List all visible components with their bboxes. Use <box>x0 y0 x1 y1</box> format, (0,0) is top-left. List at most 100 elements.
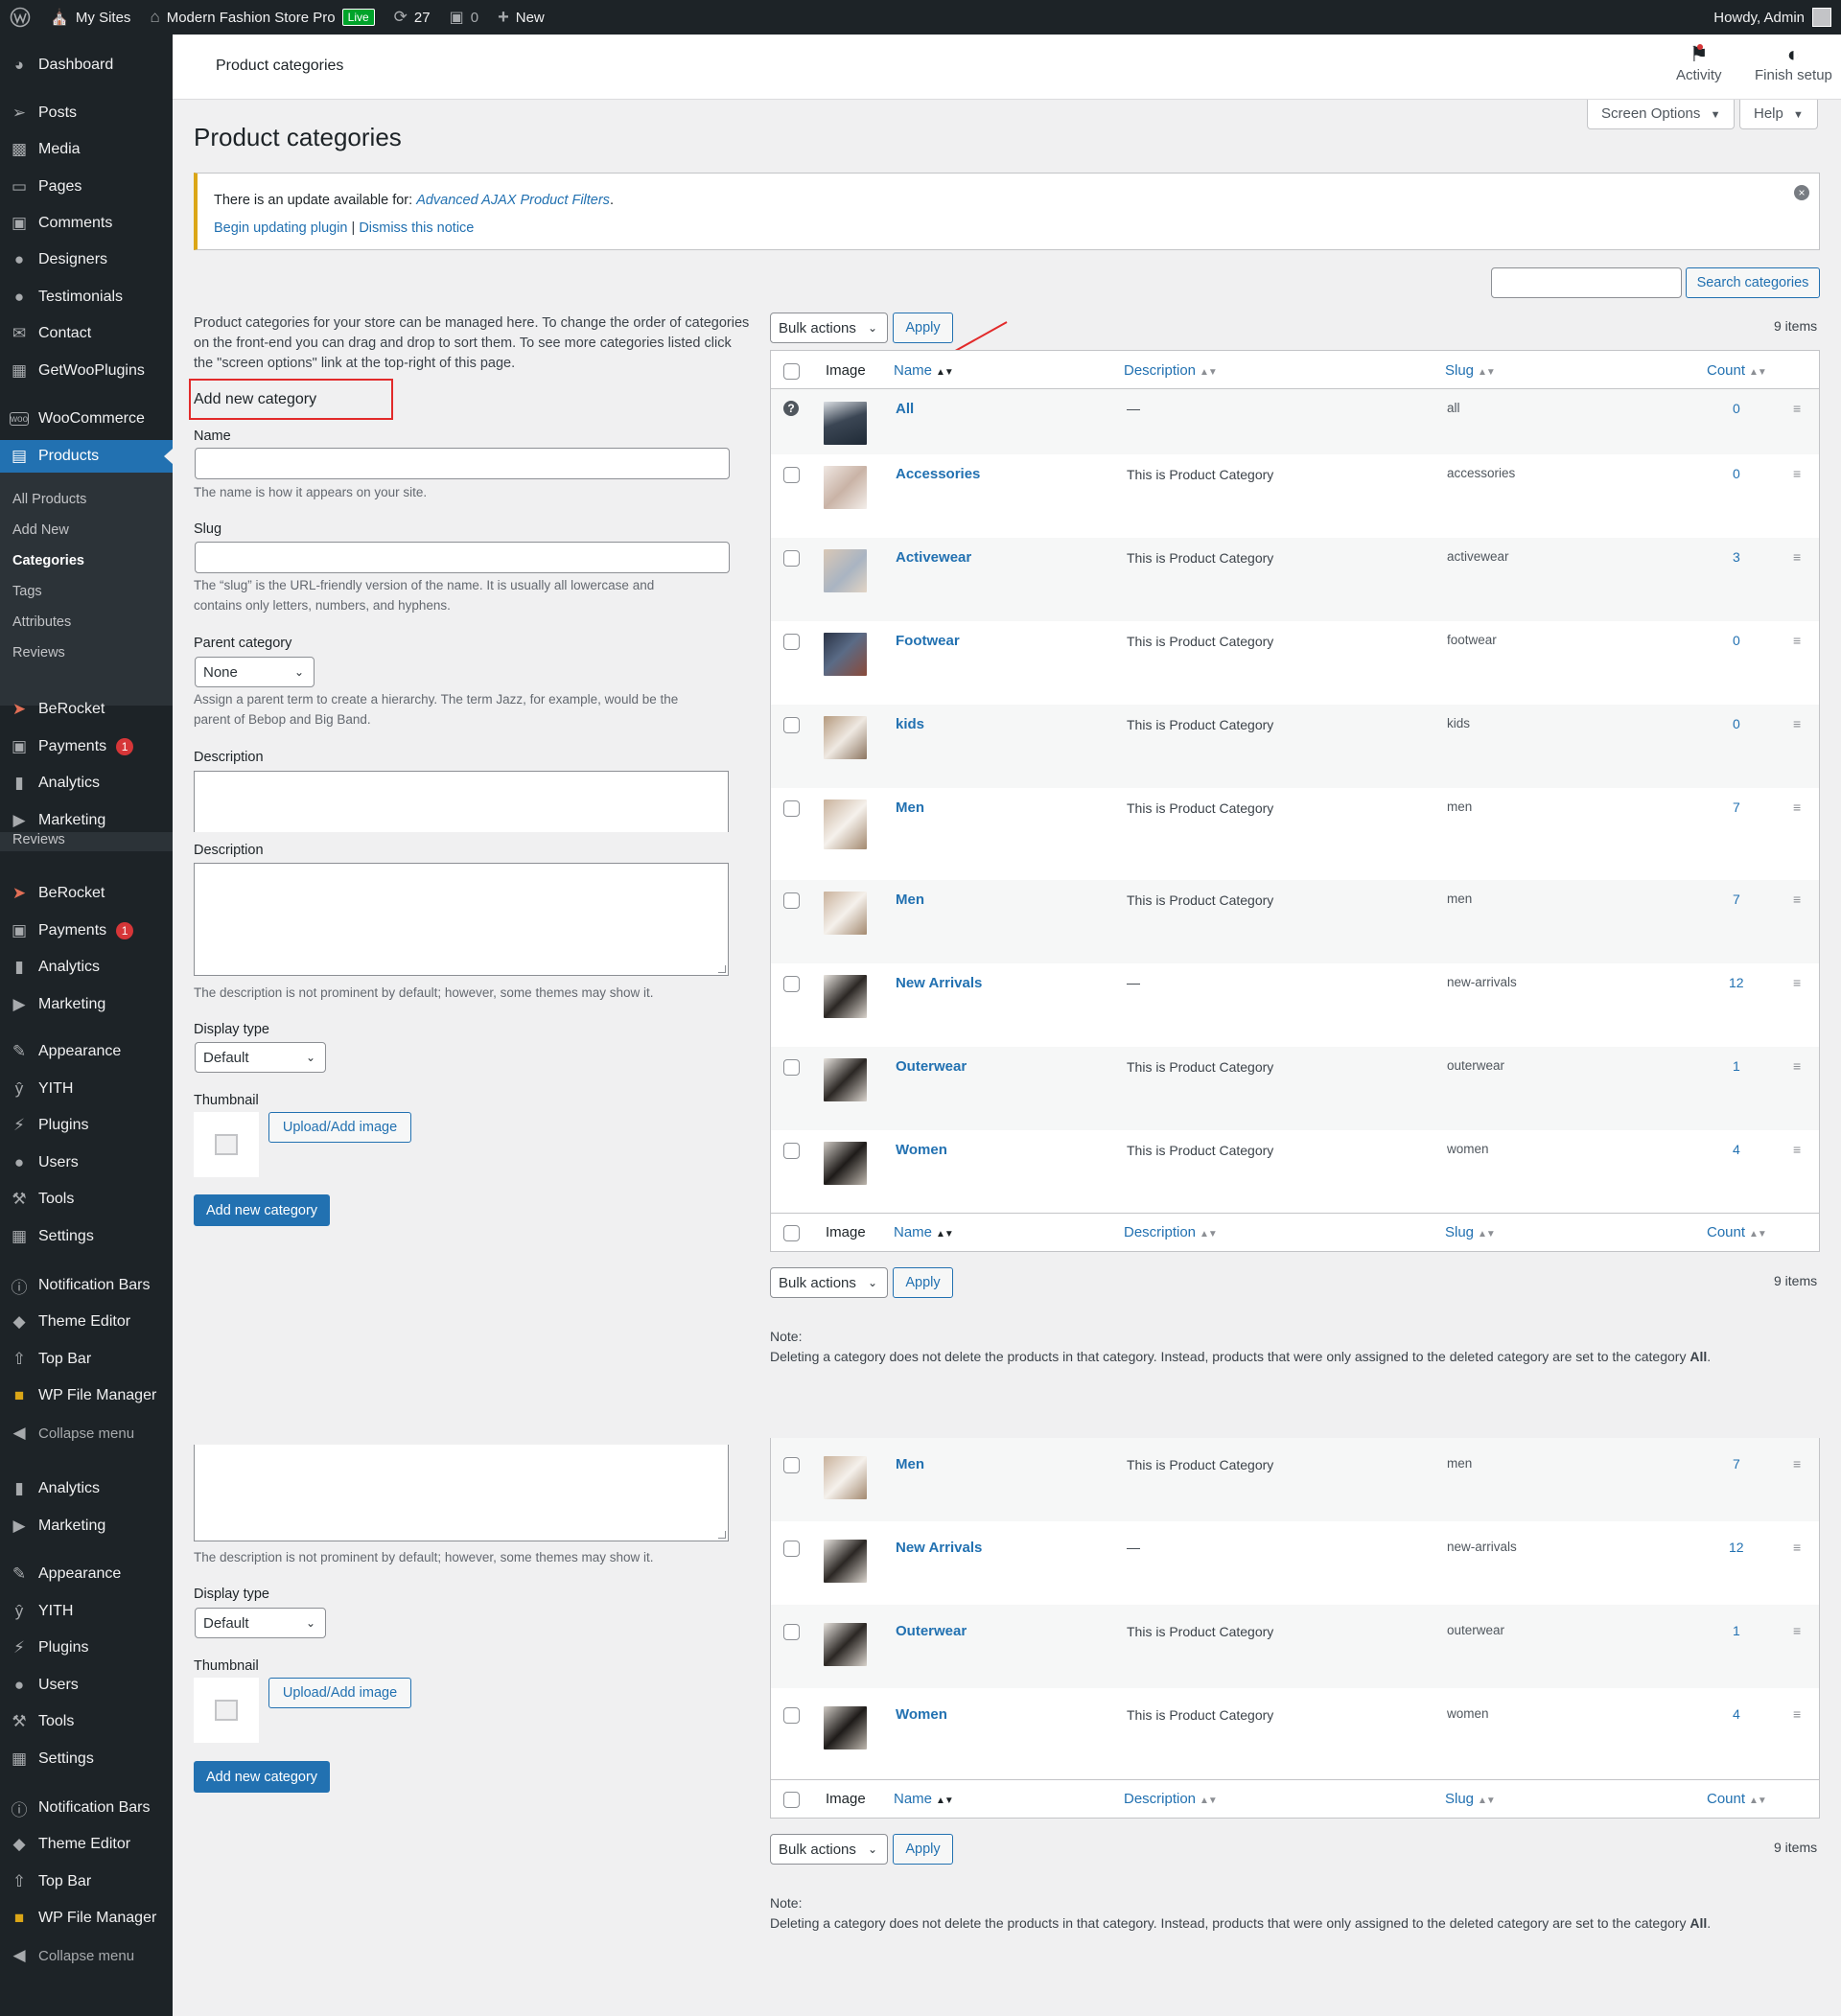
submenu-categories[interactable]: Categories <box>12 553 84 568</box>
row-checkbox[interactable] <box>783 1143 800 1159</box>
row-checkbox[interactable] <box>783 467 800 483</box>
row-checkbox[interactable] <box>783 717 800 733</box>
category-name-link[interactable]: Outerwear <box>896 1058 967 1075</box>
menu-berocket[interactable]: ➤ BeRocket <box>0 693 173 726</box>
category-name-link[interactable]: New Arrivals <box>896 1540 982 1556</box>
submenu-tags[interactable]: Tags <box>12 584 42 599</box>
category-name-link[interactable]: Activewear <box>896 549 971 566</box>
col-description[interactable]: Description ▲▼ <box>1124 1791 1218 1807</box>
category-name-link[interactable]: Men <box>896 799 924 816</box>
collapse-menu-button-2[interactable]: ◀ Collapse menu <box>0 1939 173 1972</box>
category-count-link[interactable]: 1 <box>1733 1623 1740 1638</box>
plugin-link[interactable]: Advanced AJAX Product Filters <box>416 193 610 208</box>
wp-logo[interactable] <box>0 0 40 35</box>
category-count-link[interactable]: 7 <box>1733 1456 1740 1471</box>
category-count-link[interactable]: 3 <box>1733 549 1740 565</box>
col-description[interactable]: Description ▲▼ <box>1124 1224 1218 1240</box>
drag-handle-icon[interactable]: ≡ <box>1793 717 1805 730</box>
menu-analytics[interactable]: ▮ Analytics <box>0 767 173 799</box>
menu-marketing-2[interactable]: ▶ Marketing <box>0 988 173 1021</box>
menu-posts[interactable]: ➢ Posts <box>0 97 173 129</box>
menu-yith[interactable]: ŷ YITH <box>0 1073 173 1105</box>
category-count-link[interactable]: 7 <box>1733 892 1740 907</box>
row-checkbox[interactable] <box>783 976 800 992</box>
menu-woocommerce[interactable]: woo WooCommerce <box>0 403 173 435</box>
apply-button-bottom[interactable]: Apply <box>893 1267 953 1298</box>
select-all-checkbox[interactable] <box>783 363 800 380</box>
drag-handle-icon[interactable]: ≡ <box>1793 1143 1805 1156</box>
menu-tools[interactable]: ⚒ Tools <box>0 1183 173 1216</box>
drag-handle-icon[interactable]: ≡ <box>1793 1707 1805 1721</box>
menu-pages[interactable]: ▭ Pages <box>0 171 173 203</box>
dismiss-icon[interactable]: × <box>1794 185 1809 200</box>
menu-wp-file-manager-2[interactable]: ■ WP File Manager <box>0 1902 173 1935</box>
drag-handle-icon[interactable]: ≡ <box>1793 892 1805 906</box>
row-checkbox[interactable] <box>783 1707 800 1724</box>
menu-comments[interactable]: ▣ Comments <box>0 207 173 240</box>
menu-payments-2[interactable]: ▣ Payments 1 <box>0 915 173 947</box>
drag-handle-icon[interactable]: ≡ <box>1793 1624 1805 1637</box>
submenu-reviews-ghost[interactable]: Reviews <box>12 832 65 847</box>
menu-theme-editor-2[interactable]: ◆ Theme Editor <box>0 1828 173 1861</box>
display-type-select-2[interactable]: Default ⌄ <box>195 1608 326 1638</box>
category-count-link[interactable]: 4 <box>1733 1142 1740 1157</box>
category-count-link[interactable]: 12 <box>1729 1540 1744 1555</box>
menu-berocket-2[interactable]: ➤ BeRocket <box>0 877 173 910</box>
submenu-all-products[interactable]: All Products <box>12 492 86 507</box>
menu-plugins[interactable]: ⚡ Plugins <box>0 1109 173 1142</box>
row-checkbox[interactable] <box>783 1457 800 1473</box>
category-count-link[interactable]: 0 <box>1733 633 1740 648</box>
row-checkbox[interactable] <box>783 550 800 567</box>
menu-appearance-2[interactable]: ✎ Appearance <box>0 1558 173 1590</box>
activity-button[interactable]: ⚑ Activity <box>1676 42 1722 83</box>
submenu-attributes[interactable]: Attributes <box>12 614 71 630</box>
category-count-link[interactable]: 0 <box>1733 466 1740 481</box>
category-name-link[interactable]: kids <box>896 716 924 732</box>
search-categories-button[interactable]: Search categories <box>1686 267 1820 298</box>
drag-handle-icon[interactable]: ≡ <box>1793 550 1805 564</box>
menu-users[interactable]: ● Users <box>0 1147 173 1179</box>
menu-getwooplugins[interactable]: ▦ GetWooPlugins <box>0 355 173 387</box>
display-type-select[interactable]: Default ⌄ <box>195 1042 326 1073</box>
col-description[interactable]: Description ▲▼ <box>1124 362 1218 379</box>
drag-handle-icon[interactable]: ≡ <box>1793 467 1805 480</box>
upload-image-button-2[interactable]: Upload/Add image <box>268 1678 411 1708</box>
slug-input[interactable] <box>195 542 730 573</box>
col-name[interactable]: Name ▲▼ <box>894 1224 954 1240</box>
resize-handle-icon[interactable] <box>718 965 726 973</box>
select-all-checkbox[interactable] <box>783 1792 800 1808</box>
menu-yith-2[interactable]: ŷ YITH <box>0 1595 173 1628</box>
menu-theme-editor[interactable]: ◆ Theme Editor <box>0 1306 173 1338</box>
col-slug[interactable]: Slug ▲▼ <box>1445 362 1496 379</box>
new-content-menu[interactable]: + New <box>488 0 554 35</box>
row-checkbox[interactable] <box>783 892 800 909</box>
bulk-actions-select-bottom[interactable]: Bulk actions ⌄ <box>770 1267 888 1298</box>
apply-button-3[interactable]: Apply <box>893 1834 953 1865</box>
category-name-link[interactable]: Women <box>896 1706 947 1723</box>
row-checkbox[interactable] <box>783 1624 800 1640</box>
parent-category-select[interactable]: None ⌄ <box>195 657 315 687</box>
name-input[interactable] <box>195 448 730 479</box>
menu-products[interactable]: ▤ Products <box>0 440 173 473</box>
category-count-link[interactable]: 12 <box>1729 975 1744 990</box>
drag-handle-icon[interactable]: ≡ <box>1793 976 1805 989</box>
col-slug[interactable]: Slug ▲▼ <box>1445 1224 1496 1240</box>
menu-users-2[interactable]: ● Users <box>0 1669 173 1702</box>
menu-contact[interactable]: ✉ Contact <box>0 317 173 350</box>
resize-handle-icon[interactable] <box>718 1531 726 1539</box>
bulk-actions-select-3[interactable]: Bulk actions ⌄ <box>770 1834 888 1865</box>
category-name-link[interactable]: Outerwear <box>896 1623 967 1639</box>
account-menu[interactable]: Howdy, Admin <box>1713 8 1841 27</box>
col-name[interactable]: Name ▲▼ <box>894 362 954 379</box>
updates-link[interactable]: ⟳ 27 <box>385 0 440 35</box>
search-input[interactable] <box>1491 267 1682 298</box>
collapse-menu-button[interactable]: ◀ Collapse menu <box>0 1417 173 1449</box>
finish-setup-button[interactable]: ◐ Finish setup <box>1755 42 1832 83</box>
comments-link[interactable]: ▣ 0 <box>440 0 488 35</box>
menu-analytics-3[interactable]: ▮ Analytics <box>0 1472 173 1505</box>
category-count-link[interactable]: 1 <box>1733 1058 1740 1074</box>
help-button[interactable]: Help ▼ <box>1739 100 1818 129</box>
row-checkbox[interactable] <box>783 1059 800 1076</box>
category-name-link[interactable]: Men <box>896 1456 924 1472</box>
menu-dashboard[interactable]: ◕ Dashboard <box>0 49 173 81</box>
